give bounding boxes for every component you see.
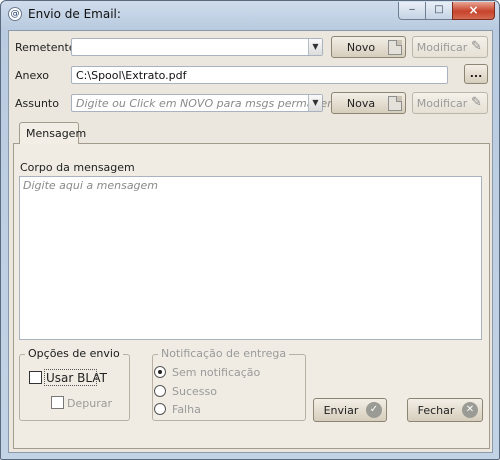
maximize-button[interactable]: □ [425, 2, 453, 20]
anexo-label: Anexo [15, 69, 49, 82]
check-circle-icon: ✓ [366, 402, 382, 418]
message-body-placeholder: Digite aqui a mensagem [23, 179, 159, 192]
browse-attachment-button[interactable]: ... [464, 64, 488, 84]
modify-subject-label: Modificar [416, 97, 468, 110]
document-icon [388, 40, 402, 55]
minimize-button[interactable]: ‒ [398, 2, 426, 20]
close-window-button[interactable]: × [452, 2, 495, 20]
depurar-label[interactable]: Depurar [67, 397, 112, 410]
email-window: @ Envio de Email: ‒ □ × Remetente ▼ Novo… [0, 0, 500, 460]
message-body-label: Corpo da mensagem [20, 161, 135, 174]
usar-blat-checkbox[interactable] [29, 371, 42, 384]
new-sender-label: Novo [346, 41, 376, 54]
chevron-down-icon[interactable]: ▼ [308, 39, 322, 55]
tab-mensagem-label: Mensagem [26, 127, 87, 140]
pencil-icon: ✎ [471, 39, 482, 54]
modify-subject-button[interactable]: Modificar ✎ [412, 92, 488, 114]
tab-mensagem[interactable]: Mensagem [19, 122, 86, 144]
message-body-textarea[interactable]: Digite aqui a mensagem [19, 176, 482, 340]
assunto-label: Assunto [15, 97, 59, 110]
window-title: Envio de Email: [28, 7, 121, 21]
falha-label[interactable]: Falha [172, 403, 201, 416]
app-icon: @ [8, 7, 22, 21]
document-icon [388, 96, 402, 111]
attachment-field[interactable]: C:\Spool\Extrato.pdf [71, 66, 448, 84]
subject-combo[interactable]: Digite ou Click em NOVO para msgs perman… [71, 94, 351, 112]
attachment-path: C:\Spool\Extrato.pdf [76, 69, 187, 82]
modify-sender-button[interactable]: Modificar ✎ [412, 36, 488, 58]
radio-sem-notificacao[interactable] [154, 366, 166, 378]
send-button[interactable]: Enviar ✓ [313, 398, 387, 422]
delivery-notification-title: Notificação de entrega [158, 347, 290, 360]
usar-blat-label[interactable]: Usar BLAT [46, 371, 107, 385]
pencil-icon: ✎ [471, 95, 482, 110]
radio-sucesso[interactable] [154, 385, 166, 397]
close-label: Fechar [417, 404, 455, 417]
close-circle-icon: ✕ [462, 402, 478, 418]
dialog-client-area: Remetente ▼ Novo Modificar ✎ Anexo C:\Sp… [8, 30, 493, 453]
remetente-combo[interactable]: ▼ [71, 38, 323, 56]
new-subject-label: Nova [346, 97, 376, 110]
title-bar[interactable]: @ Envio de Email: ‒ □ × [1, 1, 499, 27]
chevron-down-icon[interactable]: ▼ [308, 95, 322, 111]
new-subject-button[interactable]: Nova [331, 92, 406, 114]
remetente-label: Remetente [15, 41, 76, 54]
modify-sender-label: Modificar [416, 41, 468, 54]
send-options-group: Opções de envio [19, 347, 130, 421]
depurar-checkbox[interactable] [51, 396, 64, 409]
close-button[interactable]: Fechar ✕ [407, 398, 483, 422]
radio-falha[interactable] [154, 403, 166, 415]
sucesso-label[interactable]: Sucesso [172, 385, 217, 398]
send-options-title: Opções de envio [25, 347, 123, 360]
browse-label: ... [469, 67, 483, 80]
send-label: Enviar [323, 404, 359, 417]
new-sender-button[interactable]: Novo [331, 36, 406, 58]
sem-notificacao-label[interactable]: Sem notificação [172, 366, 260, 379]
